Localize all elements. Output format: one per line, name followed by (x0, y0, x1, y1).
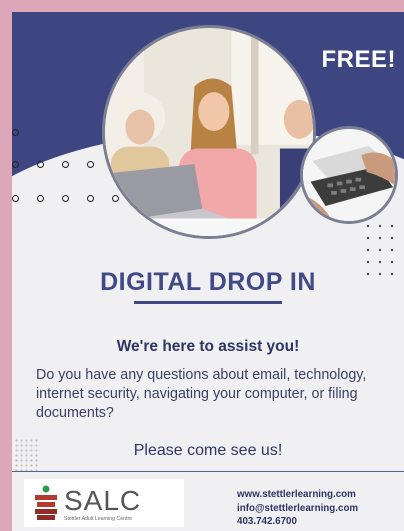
salc-logo: SALC Stettler Adult Learning Centre (24, 479, 184, 527)
free-badge: FREE! (321, 46, 396, 73)
email-link[interactable]: info@stettlerlearning.com (237, 502, 358, 516)
salc-wordmark: SALC (64, 485, 142, 516)
decor-circles (12, 195, 119, 202)
decor-circles (12, 129, 19, 136)
call-to-action: Please come see us! (133, 442, 283, 459)
decor-circles (12, 161, 119, 168)
flyer: FREE! DIGITAL DROP IN We're here to assi… (12, 12, 404, 531)
calculator-photo (300, 126, 398, 224)
salc-logo-icon (35, 485, 57, 520)
salc-name: Stettler Adult Learning Centre (64, 516, 133, 522)
flyer-body: Do you have any questions about email, t… (36, 367, 367, 421)
seniors-laptop-photo (102, 25, 316, 239)
title-underline (134, 301, 282, 304)
website-link[interactable]: www.stettlerlearning.com (237, 488, 358, 502)
flyer-title: DIGITAL DROP IN (100, 268, 316, 296)
contact-block: www.stettlerlearning.com info@stettlerle… (237, 488, 358, 529)
footer-divider (12, 471, 404, 472)
flyer-subtitle: We're here to assist you! (116, 338, 300, 355)
phone-number: 403.742.6700 (237, 516, 297, 527)
